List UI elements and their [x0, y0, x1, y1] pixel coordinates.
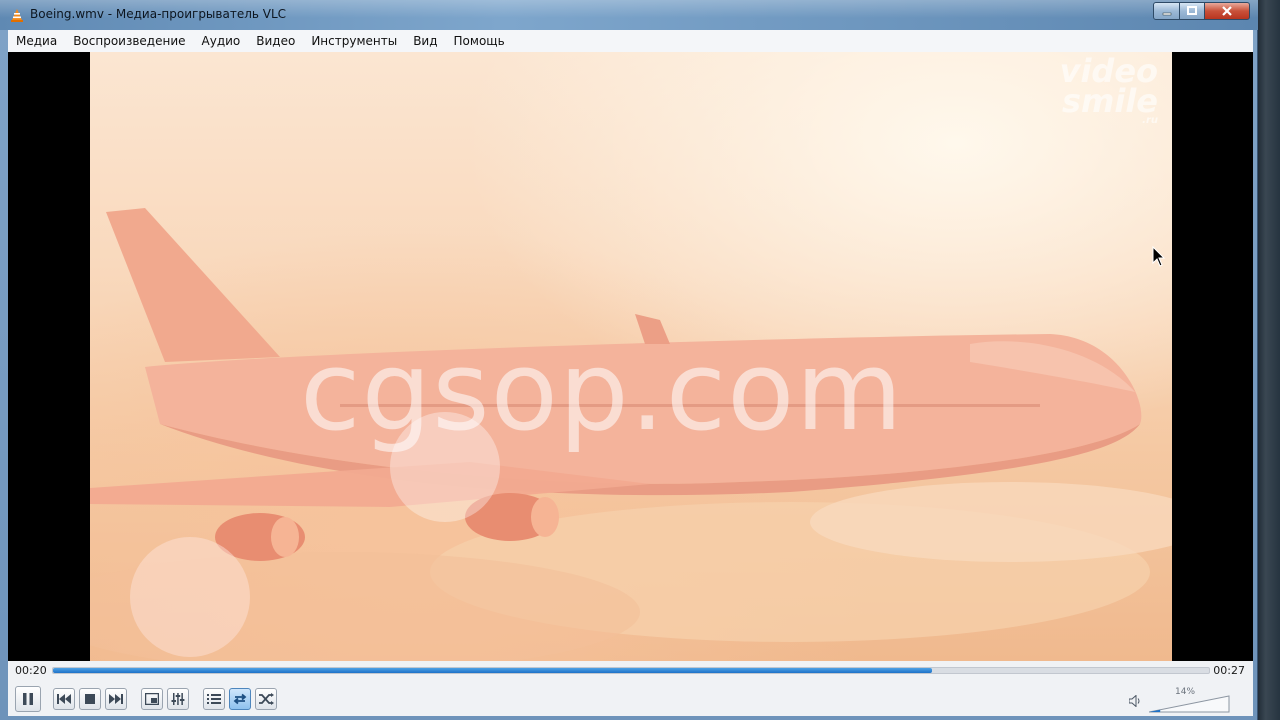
seek-bar[interactable] — [52, 667, 1210, 674]
video-area[interactable]: cgsop.com video smile .ru — [8, 52, 1253, 661]
menu-view[interactable]: Вид — [405, 30, 445, 52]
total-time: 00:27 — [1213, 664, 1245, 677]
random-button[interactable] — [255, 688, 277, 710]
menu-help[interactable]: Помощь — [446, 30, 513, 52]
extended-settings-button[interactable] — [167, 688, 189, 710]
channel-logo: video smile .ru — [1028, 55, 1158, 126]
shuffle-icon — [259, 693, 274, 705]
menu-audio[interactable]: Аудио — [194, 30, 249, 52]
player-controls: 00:20 00:27 14% — [8, 661, 1253, 716]
maximize-icon — [1187, 6, 1197, 15]
stop-button[interactable] — [79, 688, 101, 710]
playlist-icon — [207, 694, 221, 704]
title-bar[interactable]: Boeing.wmv - Медиа-проигрыватель VLC — [0, 0, 1258, 30]
stop-icon — [85, 694, 95, 704]
minimize-icon — [1162, 12, 1171, 16]
mouse-cursor-icon — [1152, 246, 1166, 267]
fullscreen-button[interactable] — [141, 688, 163, 710]
speaker-icon[interactable] — [1129, 695, 1141, 707]
close-button[interactable] — [1204, 2, 1250, 20]
equalizer-icon — [171, 693, 185, 705]
maximize-button[interactable] — [1179, 2, 1205, 20]
menu-media[interactable]: Медиа — [8, 30, 65, 52]
vlc-window: Boeing.wmv - Медиа-проигрыватель VLC Мед… — [0, 0, 1258, 720]
fullscreen-icon — [145, 693, 159, 705]
volume-slider[interactable] — [1149, 695, 1231, 713]
logo-line-2: smile — [1061, 82, 1158, 120]
loop-button[interactable] — [229, 688, 251, 710]
window-title: Boeing.wmv - Медиа-проигрыватель VLC — [30, 7, 287, 21]
video-frame: cgsop.com video smile .ru — [90, 52, 1172, 661]
minimize-button[interactable] — [1153, 2, 1180, 20]
pause-icon — [23, 693, 33, 705]
menu-bar: Медиа Воспроизведение Аудио Видео Инстру… — [8, 30, 1253, 53]
vlc-cone-icon — [11, 9, 23, 22]
pause-button[interactable] — [15, 686, 41, 712]
elapsed-time: 00:20 — [15, 664, 47, 677]
loop-icon — [233, 693, 247, 705]
volume-control[interactable]: 14% — [1129, 687, 1239, 713]
window-controls — [1153, 2, 1250, 20]
previous-button[interactable] — [53, 688, 75, 710]
control-buttons — [15, 686, 281, 712]
close-icon — [1222, 6, 1232, 16]
playlist-button[interactable] — [203, 688, 225, 710]
next-button[interactable] — [105, 688, 127, 710]
seek-bar-fill — [53, 668, 932, 673]
menu-playback[interactable]: Воспроизведение — [65, 30, 193, 52]
watermark-text: cgsop.com — [300, 327, 904, 455]
menu-video[interactable]: Видео — [248, 30, 303, 52]
previous-icon — [57, 694, 71, 704]
desktop-edge — [1256, 0, 1280, 720]
menu-tools[interactable]: Инструменты — [303, 30, 405, 52]
next-icon — [109, 694, 123, 704]
